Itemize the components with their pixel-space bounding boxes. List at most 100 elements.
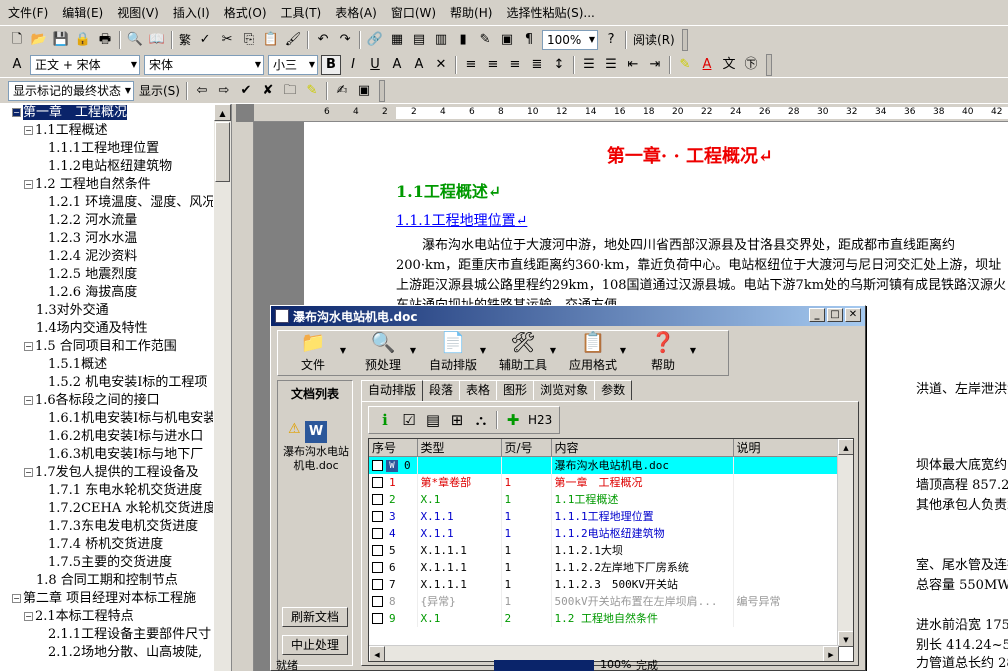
scroll-up-icon[interactable]: ▲	[214, 104, 231, 121]
document-map-item[interactable]: − 第一章 工程概况	[0, 104, 213, 122]
document-map-item[interactable]: −1.5 合同项目和工作范围	[0, 338, 213, 356]
font-size-select[interactable]: 小三 ▼	[268, 54, 318, 75]
document-map-item[interactable]: 1.2.1 环境温度、湿度、风况	[0, 194, 213, 212]
document-map-item[interactable]: − 第二章 项目经理对本标工程施	[0, 590, 213, 608]
align-right-icon[interactable]: ≡	[505, 55, 525, 75]
document-map-item[interactable]: 2.1.1工程设备主要部件尺寸	[0, 626, 213, 644]
reviewing-pane-icon[interactable]: ▣	[354, 81, 374, 101]
insert-table-icon[interactable]: ▤	[409, 30, 429, 50]
document-map-item[interactable]: −1.2 工程地自然条件	[0, 176, 213, 194]
menu-item[interactable]: 插入(I)	[173, 4, 210, 21]
styles-icon[interactable]: A	[7, 55, 27, 75]
table-row[interactable]: 9 X.1 2 1.2 工程地自然条件	[369, 609, 840, 627]
document-map-item[interactable]: 1.6.1机电安装Ⅰ标与机电安装	[0, 410, 213, 428]
document-list-item[interactable]: W 瀑布沟水电站机电.doc	[278, 421, 354, 473]
research-icon[interactable]: 📖	[147, 30, 167, 50]
apply-format-button[interactable]: 📋 应用格式 ▼	[558, 328, 628, 375]
tab-1[interactable]: 段落	[422, 380, 461, 400]
columns-icon[interactable]: ▮	[453, 30, 473, 50]
read-button[interactable]: 阅读(R)	[633, 31, 675, 48]
collapse-toggle[interactable]: −	[24, 342, 33, 351]
style-select[interactable]: 正文 + 宋体 ▼	[30, 54, 140, 75]
table-row[interactable]: W 0 瀑布沟水电站机电.doc	[369, 456, 840, 474]
hyperlink-icon[interactable]: 🔗	[365, 30, 385, 50]
menu-item[interactable]: 工具(T)	[281, 4, 322, 21]
collapse-toggle[interactable]: −	[12, 594, 21, 603]
document-map-item[interactable]: 1.2.5 地震烈度	[0, 266, 213, 284]
accept-change-icon[interactable]: ✔	[236, 81, 256, 101]
document-map-item[interactable]: 1.2.2 河水流量	[0, 212, 213, 230]
tab-3[interactable]: 图形	[496, 380, 535, 400]
dialog-title-bar[interactable]: 瀑布沟水电站机电.doc _ □ ✕	[271, 306, 865, 326]
document-map-item[interactable]: 1.2.6 海拔高度	[0, 284, 213, 302]
help-button[interactable]: ❓ 帮助 ▼	[628, 328, 698, 375]
table-row[interactable]: 2 X.1 1 1.1工程概述	[369, 490, 840, 508]
menu-item[interactable]: 视图(V)	[117, 4, 159, 21]
collapse-toggle[interactable]: −	[12, 108, 21, 117]
align-left-icon[interactable]: ≡	[461, 55, 481, 75]
document-map-item[interactable]: 1.7.2CEHA 水轮机交货进度	[0, 500, 213, 518]
font-select[interactable]: 宋体 ▼	[144, 54, 264, 75]
table-row[interactable]: 8 {异常} 1 500kV开关站布置在左岸坝肩... 编号异常	[369, 592, 840, 610]
copy-icon[interactable]: ⎘	[239, 30, 259, 50]
tab-0[interactable]: 自动排版	[361, 380, 424, 402]
decrease-indent-icon[interactable]: ⇤	[623, 55, 643, 75]
collapse-toggle[interactable]: −	[24, 612, 33, 621]
spelling-icon[interactable]: ✓	[195, 30, 215, 50]
document-map-item[interactable]: 1.3对外交通	[0, 302, 213, 320]
document-map-item[interactable]: 1.1.1工程地理位置	[0, 140, 213, 158]
drawing-icon[interactable]: ✎	[475, 30, 495, 50]
row-checkbox[interactable]	[372, 477, 383, 488]
menu-item[interactable]: 文件(F)	[8, 4, 48, 21]
print-icon[interactable]: 🖶	[95, 30, 115, 50]
permission-icon[interactable]: 🔒	[73, 30, 93, 50]
char-scale-icon[interactable]: ✕	[431, 55, 451, 75]
column-header[interactable]: 页/号	[501, 439, 552, 457]
collapse-toggle[interactable]: −	[24, 396, 33, 405]
vertical-ruler[interactable]	[236, 122, 254, 671]
menu-item[interactable]: 帮助(H)	[450, 4, 492, 21]
row-checkbox[interactable]	[372, 460, 383, 472]
row-checkbox[interactable]	[372, 528, 383, 539]
document-map-item[interactable]: 1.8 合同工期和控制节点	[0, 572, 213, 590]
highlight-icon[interactable]: ✎	[302, 81, 322, 101]
tab-4[interactable]: 浏览对象	[533, 380, 596, 400]
markup-select[interactable]: 显示标记的最终状态 ▼	[8, 80, 134, 101]
document-map-item[interactable]: 1.7.5主要的交货进度	[0, 554, 213, 572]
grid-vertical-scrollbar[interactable]: ▲ ▼	[837, 439, 853, 647]
align-center-icon[interactable]: ≡	[483, 55, 503, 75]
new-icon[interactable]: 🗋	[7, 30, 27, 50]
table-row[interactable]: 4 X.1.1 1 1.1.2电站枢纽建筑物	[369, 524, 840, 542]
menu-item[interactable]: 表格(A)	[335, 4, 377, 21]
print-preview-icon[interactable]: 🔍	[125, 30, 145, 50]
toolbar-grip[interactable]	[681, 28, 688, 51]
zoom-select[interactable]: 100% ▼	[542, 29, 599, 50]
paste-icon[interactable]: 📋	[261, 30, 281, 50]
table-row[interactable]: 6 X.1.1.1 1 1.1.2.2左岸地下厂房系统	[369, 558, 840, 576]
document-map-scrollbar[interactable]: ▲	[214, 104, 231, 671]
show-hide-icon[interactable]: ¶	[519, 30, 539, 50]
table-row[interactable]: 3 X.1.1 1 1.1.1工程地理位置	[369, 507, 840, 525]
document-map-icon[interactable]: ▣	[497, 30, 517, 50]
save-icon[interactable]: 💾	[51, 30, 71, 50]
document-map-item[interactable]: 1.5.2 机电安装Ⅰ标的工程项	[0, 374, 213, 392]
document-map-item[interactable]: 2.1.2场地分散、山高坡陡,	[0, 644, 213, 662]
table-row[interactable]: 5 X.1.1.1 1 1.1.2.1大坝	[369, 541, 840, 559]
column-header[interactable]: 类型	[417, 439, 502, 457]
maximize-button[interactable]: □	[827, 308, 843, 322]
check-icon[interactable]: ☑	[398, 409, 420, 431]
toolbar-grip[interactable]	[766, 53, 772, 76]
table-row[interactable]: 7 X.1.1.1 1 1.1.2.3 500KV开关站	[369, 575, 840, 593]
minimize-button[interactable]: _	[809, 308, 825, 322]
open-icon[interactable]: 📂	[29, 30, 49, 50]
tree-icon[interactable]: ⊞	[446, 409, 468, 431]
column-header[interactable]: 内容	[551, 439, 734, 457]
document-map-item[interactable]: −1.6各标段之间的接口	[0, 392, 213, 410]
collapse-toggle[interactable]: −	[24, 126, 33, 135]
document-map-item[interactable]: −2.1本标工程特点	[0, 608, 213, 626]
row-checkbox[interactable]	[372, 596, 383, 607]
enclose-char-icon[interactable]: ㊦	[741, 55, 761, 75]
document-map-item[interactable]: −1.7发包人提供的工程设备及	[0, 464, 213, 482]
format-painter-icon[interactable]: 🖌	[283, 30, 303, 50]
tables-borders-icon[interactable]: ▦	[387, 30, 407, 50]
